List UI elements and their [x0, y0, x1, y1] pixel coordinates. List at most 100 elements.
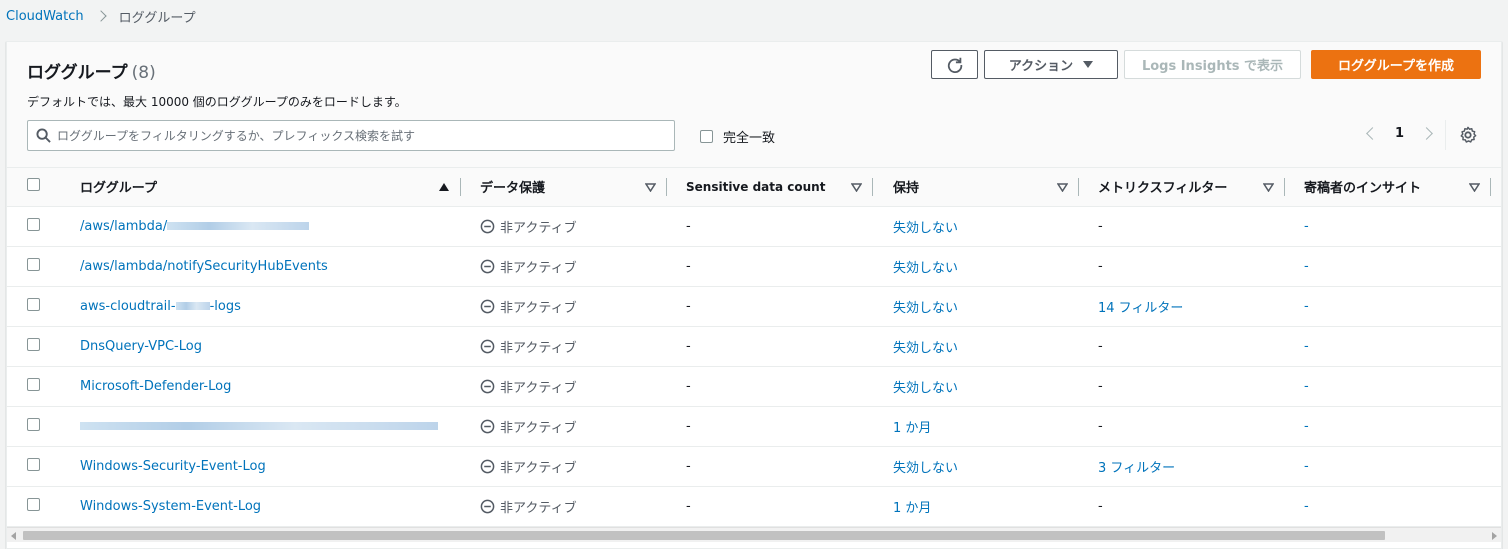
- column-label-metric-filter: メトリクスフィルター: [1098, 181, 1228, 197]
- contributor-insights-link[interactable]: -: [1304, 339, 1309, 354]
- data-protection-label: 非アクティブ: [500, 420, 577, 436]
- table-row: Windows-Security-Event-Log 非アクティブ - 失効しない 3 …: [7, 446, 1501, 487]
- retention-link[interactable]: 失効しない: [893, 381, 958, 396]
- log-group-link[interactable]: /aws/lambda/: [80, 218, 310, 234]
- minus-circle-icon: [480, 259, 495, 273]
- exact-match-toggle[interactable]: 完全一致: [700, 127, 775, 146]
- metric-filter-value: -: [1098, 498, 1103, 514]
- retention-link[interactable]: 失効しない: [893, 301, 958, 316]
- data-protection-label: 非アクティブ: [500, 460, 577, 476]
- table-row: DnsQuery-VPC-Log 非アクティブ - 失効しない - -: [7, 326, 1501, 367]
- sort-down-icon: [645, 183, 656, 192]
- gear-icon[interactable]: [1459, 126, 1477, 144]
- table-header-row: ロググループ データ保護 Sensitive data count 保持 メトリ…: [7, 168, 1501, 207]
- row-checkbox[interactable]: [27, 417, 40, 431]
- data-protection-label: 非アクティブ: [500, 500, 577, 516]
- scrollbar-thumb[interactable]: [23, 531, 1385, 540]
- contributor-insights-link[interactable]: -: [1304, 379, 1309, 394]
- table-row: aws-cloudtrail- -logs 非アクティブ - 失効しない 14 フィルター…: [7, 286, 1501, 327]
- log-group-link[interactable]: Microsoft-Defender-Log: [80, 379, 231, 394]
- sensitive-data-count: -: [686, 498, 691, 514]
- log-group-link[interactable]: [80, 419, 438, 434]
- minus-circle-icon: [480, 419, 495, 433]
- column-label-data-protection: データ保護: [480, 181, 546, 197]
- contributor-insights-link[interactable]: -: [1304, 299, 1309, 314]
- column-header-log-group[interactable]: ロググループ: [62, 168, 461, 207]
- redacted-text: [80, 422, 438, 430]
- column-header-data-protection[interactable]: データ保護: [461, 168, 667, 207]
- row-checkbox[interactable]: [27, 297, 40, 311]
- sort-down-icon: [1263, 183, 1274, 192]
- actions-label: アクション: [1008, 59, 1074, 74]
- page-title-text: ロググループ: [27, 63, 128, 83]
- scroll-left-arrow-icon[interactable]: [11, 532, 16, 540]
- exact-match-checkbox[interactable]: [700, 130, 713, 143]
- column-header-metric-filter[interactable]: メトリクスフィルター: [1079, 168, 1285, 207]
- refresh-icon: [947, 57, 962, 73]
- breadcrumb-cloudwatch-link[interactable]: CloudWatch: [6, 9, 84, 24]
- sensitive-data-count: -: [686, 418, 691, 434]
- redacted-text: [167, 222, 310, 230]
- table-row: /aws/lambda/notifySecurityHubEvents 非アクティ…: [7, 246, 1501, 287]
- row-checkbox[interactable]: [27, 257, 40, 271]
- log-group-link[interactable]: /aws/lambda/notifySecurityHubEvents: [80, 259, 328, 274]
- metric-filter-value: -: [1098, 338, 1103, 354]
- log-group-name: /aws/lambda/: [80, 218, 168, 234]
- log-group-link[interactable]: Windows-System-Event-Log: [80, 499, 261, 514]
- column-header-extra: [1491, 168, 1501, 207]
- contributor-insights-link[interactable]: -: [1304, 419, 1309, 434]
- log-group-link[interactable]: DnsQuery-VPC-Log: [80, 339, 202, 354]
- view-in-logs-insights-button[interactable]: Logs Insights で表示: [1124, 50, 1301, 79]
- column-header-retention[interactable]: 保持: [873, 168, 1079, 207]
- column-label-contributor-insights: 寄稿者のインサイト: [1304, 181, 1422, 197]
- table-row: /aws/lambda/非アクティブ - 失効しない - -: [7, 206, 1501, 247]
- retention-link[interactable]: 失効しない: [893, 261, 958, 276]
- retention-link[interactable]: 1 か月: [893, 421, 931, 436]
- contributor-insights-link[interactable]: -: [1304, 259, 1309, 274]
- log-group-name: DnsQuery-VPC-Log: [80, 338, 202, 354]
- log-group-name-suffix: -logs: [209, 298, 241, 314]
- metric-filter-link[interactable]: 14 フィルター: [1098, 301, 1183, 316]
- refresh-button[interactable]: [931, 50, 978, 79]
- retention-link[interactable]: 1 か月: [893, 501, 931, 516]
- log-groups-panel: ロググループ (8) デフォルトでは、最大 10000 個のロググループのみをロー…: [6, 41, 1502, 549]
- retention-link[interactable]: 失効しない: [893, 461, 958, 476]
- metric-filter-value: -: [1098, 378, 1103, 394]
- search-input[interactable]: [57, 128, 657, 143]
- sensitive-data-count: -: [686, 218, 691, 234]
- next-page-icon[interactable]: [1420, 127, 1433, 140]
- column-header-contributor-insights[interactable]: 寄稿者のインサイト: [1285, 168, 1491, 207]
- current-page-number[interactable]: 1: [1395, 126, 1404, 141]
- data-protection-label: 非アクティブ: [500, 300, 577, 316]
- contributor-insights-link[interactable]: -: [1304, 499, 1309, 514]
- retention-link[interactable]: 失効しない: [893, 221, 958, 236]
- contributor-insights-link[interactable]: -: [1304, 219, 1309, 234]
- sensitive-data-count: -: [686, 338, 691, 354]
- log-groups-table-body: /aws/lambda/非アクティブ - 失効しない - -/aws/lambda/no…: [7, 206, 1501, 527]
- scroll-right-arrow-icon[interactable]: [1492, 532, 1497, 540]
- row-checkbox[interactable]: [27, 497, 40, 511]
- sensitive-data-count: -: [686, 258, 691, 274]
- actions-dropdown-button[interactable]: アクション: [984, 50, 1118, 79]
- row-checkbox[interactable]: [27, 457, 40, 471]
- create-log-group-button[interactable]: ロググループを作成: [1311, 50, 1481, 79]
- select-all-checkbox[interactable]: [27, 178, 40, 192]
- data-protection-label: 非アクティブ: [500, 220, 577, 236]
- panel-header: ロググループ (8) デフォルトでは、最大 10000 個のロググループのみをロー…: [7, 42, 1501, 168]
- log-group-count: (8): [131, 63, 156, 83]
- previous-page-icon[interactable]: [1366, 127, 1379, 140]
- row-checkbox[interactable]: [27, 217, 40, 231]
- metric-filter-link[interactable]: 3 フィルター: [1098, 461, 1175, 476]
- row-checkbox[interactable]: [27, 377, 40, 391]
- data-protection-status: 非アクティブ: [480, 217, 667, 236]
- row-checkbox[interactable]: [27, 337, 40, 351]
- log-group-link[interactable]: Windows-Security-Event-Log: [80, 459, 266, 474]
- contributor-insights-link[interactable]: -: [1304, 459, 1309, 474]
- retention-link[interactable]: 失効しない: [893, 341, 958, 356]
- log-group-link[interactable]: aws-cloudtrail- -logs: [80, 299, 241, 314]
- horizontal-scrollbar[interactable]: [7, 527, 1501, 542]
- metric-filter-value: -: [1098, 418, 1103, 434]
- column-header-sensitive-count[interactable]: Sensitive data count: [667, 168, 873, 207]
- log-group-name: Windows-Security-Event-Log: [80, 458, 266, 474]
- column-label-log-group: ロググループ: [80, 181, 157, 197]
